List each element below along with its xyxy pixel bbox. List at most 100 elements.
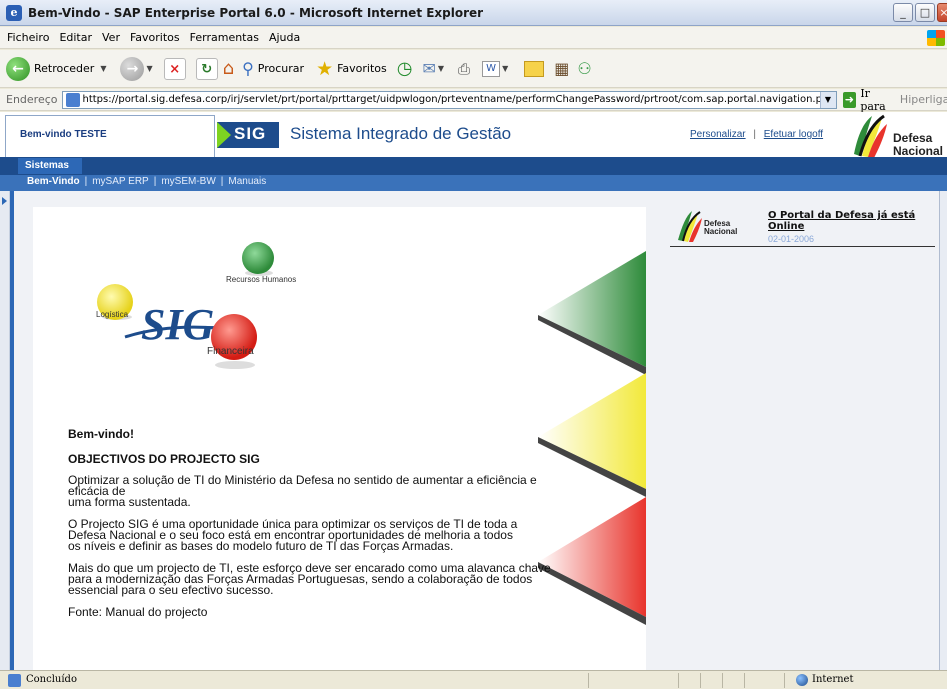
objectives-heading: OBJECTIVOS DO PROJECTO SIG [68,452,260,466]
sig-graphic-logo: SIG [141,300,215,349]
paragraph-2: O Projecto SIG é uma oportunidade única … [68,518,568,552]
folder-icon[interactable] [524,60,545,77]
news-logo-line-2: Nacional [704,227,738,236]
menu-file[interactable]: Ficheiro [7,31,49,44]
sig-arrow-icon [217,122,231,148]
page-done-icon [8,674,21,687]
forward-icon[interactable]: → [120,56,145,81]
search-icon[interactable]: ⚲ [242,59,254,78]
go-button-label[interactable]: Ir para [860,87,890,113]
brand-line-2: Nacional [893,144,944,158]
security-zone-label: Internet [812,674,854,685]
nav-item-manuais[interactable]: Manuais [228,176,266,187]
back-dropdown-icon[interactable]: ▼ [100,64,106,73]
welcome-iview: SIG Recursos Humanos Logística Financeir… [33,207,646,670]
detailed-navigation: Bem-Vindo | mySAP ERP | mySEM-BW | Manuais [0,175,947,191]
ie-icon: e [6,4,22,21]
mail-icon[interactable]: ✉ [422,59,435,78]
history-icon[interactable]: ◷ [397,58,413,79]
portal-header: Bem-vindo TESTE SIG Sistema Integrado de… [0,112,947,158]
address-dropdown-icon[interactable]: ▼ [819,91,836,108]
window-title: Bem-Vindo - SAP Enterprise Portal 6.0 - … [28,5,484,20]
maximize-button[interactable]: □ [915,3,935,22]
nav-item-mysap-erp[interactable]: mySAP ERP [92,176,149,187]
home-icon[interactable]: ⌂ [223,58,234,79]
header-links: Personalizar | Efetuar logoff [690,129,823,140]
close-button[interactable]: × [937,3,947,22]
defesa-nacional-text: Defesa Nacional [893,132,943,158]
mail-dropdown-icon[interactable]: ▼ [438,64,444,73]
welcome-user: Bem-vindo TESTE [20,129,107,140]
expand-arrow-icon[interactable] [2,197,7,205]
menu-view[interactable]: Ver [102,31,120,44]
links-label[interactable]: Hiperligações [900,93,947,106]
nav-separator: | [153,176,157,187]
news-date: 02-01-2006 [768,234,815,244]
logoff-link[interactable]: Efetuar logoff [764,129,823,140]
personalize-link[interactable]: Personalizar [690,129,746,140]
green-triangle [538,251,646,367]
status-divider [700,673,701,688]
edit-dropdown-icon[interactable]: ▼ [502,64,508,73]
menu-edit[interactable]: Editar [59,31,92,44]
status-panels [588,673,788,688]
status-text: Concluído [26,674,77,685]
search-button-label[interactable]: Procurar [258,62,304,75]
menu-tools[interactable]: Ferramentas [190,31,259,44]
forward-dropdown-icon[interactable]: ▼ [146,64,152,73]
nav-item-mysem-bw[interactable]: mySEM-BW [161,176,215,187]
news-title-link[interactable]: O Portal da Defesa já está Online [768,210,935,232]
back-button-label[interactable]: Retroceder [34,62,94,75]
status-divider [744,673,745,688]
welcome-heading: Bem-vindo! [68,427,134,441]
project-objectives: Bem-vindo! OBJECTIVOS DO PROJECTO SIG Op… [68,427,568,629]
defesa-nacional-mark-icon [854,114,887,158]
tab-sistemas[interactable]: Sistemas [18,158,82,174]
minimize-button[interactable]: _ [893,3,913,22]
messenger-icon[interactable]: ⚇ [577,59,591,78]
back-icon[interactable]: ← [6,56,30,81]
menu-bar: Ficheiro Editar Ver Favoritos Ferramenta… [0,27,947,49]
news-divider [670,246,935,247]
content-left-border [10,191,14,670]
news-logo-text: Defesa Nacional [704,220,737,236]
defesa-nacional-logo: Defesa Nacional [850,114,945,158]
source-note: Fonte: Manual do projecto [68,605,208,619]
menu-favorites[interactable]: Favoritos [130,31,180,44]
system-title: Sistema Integrado de Gestão [290,124,512,143]
status-bar: Concluído Internet [0,670,947,689]
label-logistics: Logística [96,310,129,319]
address-url[interactable]: https://portal.sig.defesa.corp/irj/servl… [83,94,820,105]
print-icon[interactable]: ⎙ [458,60,470,78]
welcome-box: Bem-vindo TESTE [5,115,215,157]
portal-page: Bem-vindo TESTE SIG Sistema Integrado de… [0,112,947,670]
paragraph-1: Optimizar a solução de TI do Ministério … [68,474,568,509]
window-title-bar[interactable]: e Bem-Vindo - SAP Enterprise Portal 6.0 … [0,0,947,26]
label-hr: Recursos Humanos [226,275,296,284]
address-input[interactable]: https://portal.sig.defesa.corp/irj/servl… [61,90,837,109]
paragraph-1-line-2: uma forma sustentada. [68,495,191,509]
sig-logo-text: SIG [234,124,267,143]
brand-line-1: Defesa [893,131,933,145]
go-button[interactable]: ➜ Ir para [842,87,890,113]
status-divider [588,673,589,688]
news-iview: Defesa Nacional O Portal da Defesa já es… [670,204,935,264]
navigation-panel-toggle[interactable] [0,191,10,670]
favorites-button-label[interactable]: Favoritos [337,62,387,75]
windows-logo-icon [927,30,945,46]
news-logo: Defesa Nacional [676,210,737,242]
word-edit-icon[interactable]: W [482,60,501,77]
internet-zone-icon [796,674,808,686]
research-icon[interactable]: ▦ [554,59,569,78]
go-arrow-icon[interactable]: ➜ [842,91,857,108]
nav-item-bem-vindo[interactable]: Bem-Vindo [27,176,80,187]
stop-icon[interactable]: × [163,57,186,80]
favorites-star-icon[interactable]: ★ [316,58,333,80]
status-divider [678,673,679,688]
vertical-scrollbar[interactable] [939,191,947,670]
refresh-icon[interactable]: ↻ [195,57,218,80]
nav-separator: | [220,176,224,187]
status-divider [784,673,785,688]
header-link-separator: | [753,129,756,140]
menu-help[interactable]: Ajuda [269,31,300,44]
